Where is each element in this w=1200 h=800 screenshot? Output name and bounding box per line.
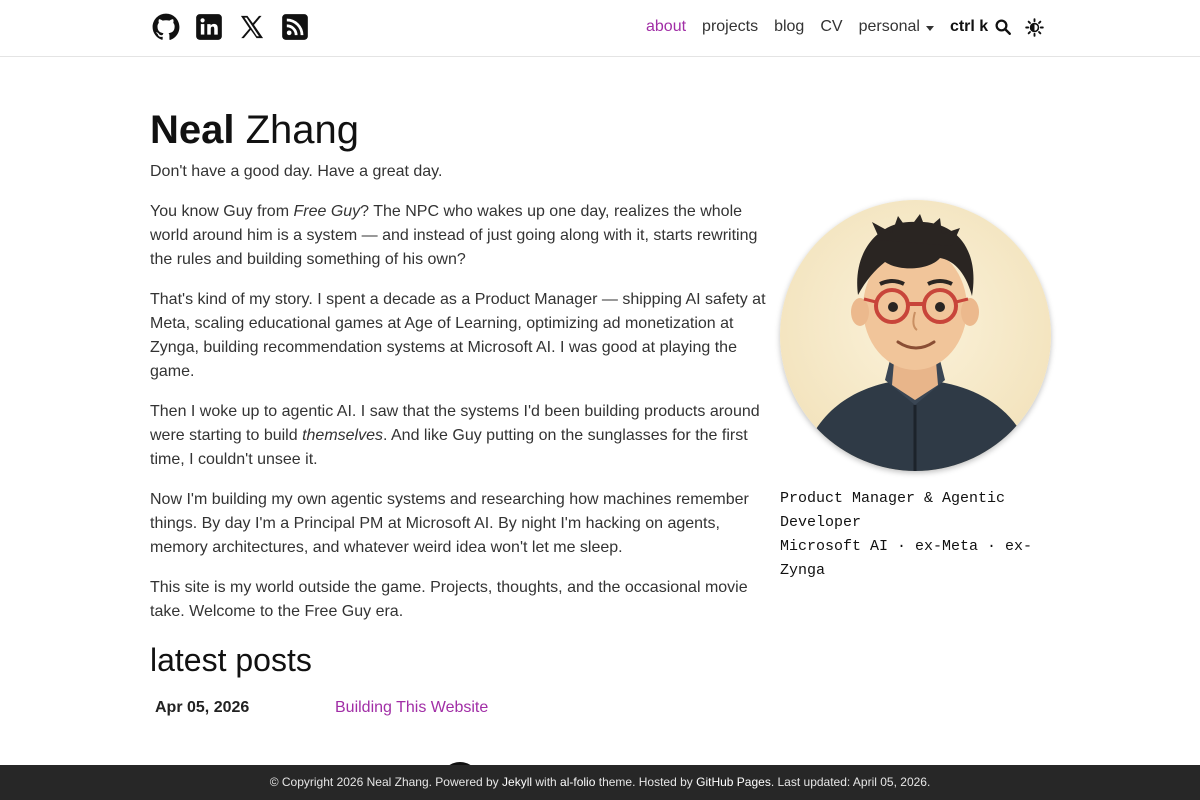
search-button[interactable]: ctrl k	[950, 17, 1012, 37]
title-last-name: Zhang	[245, 108, 360, 152]
nav-projects[interactable]: projects	[702, 17, 758, 37]
linkedin-icon[interactable]	[195, 13, 223, 41]
caret-down-icon	[925, 25, 934, 31]
post-date: Apr 05, 2026	[155, 699, 250, 716]
footer-text: theme. Hosted by	[595, 775, 697, 789]
intro-paragraph-2: That's kind of my story. I spent a decad…	[150, 291, 766, 380]
theme-toggle-icon[interactable]	[1025, 18, 1044, 37]
social-links	[152, 13, 309, 41]
nav-personal-label: personal	[858, 18, 920, 35]
footer-text: with	[532, 775, 561, 789]
post-link[interactable]: Building This Website	[335, 697, 488, 719]
profile-avatar	[780, 200, 1051, 471]
search-shortcut-label: ctrl k	[949, 18, 989, 35]
nav-blog[interactable]: blog	[774, 17, 804, 37]
main-nav: about projects blog CV personal ctrl k	[646, 17, 1012, 37]
nav-personal-dropdown[interactable]: personal	[859, 17, 934, 37]
footer-text: . Last updated: April 05, 2026.	[770, 775, 931, 789]
caption-role: Product Manager & Agentic Developer	[780, 490, 1006, 531]
latest-posts-heading: latest posts	[150, 642, 312, 678]
profile-caption: Product Manager & Agentic Developer Micr…	[780, 487, 1040, 583]
title-first-name: Neal	[150, 108, 235, 152]
footer: © Copyright 2026 Neal Zhang. Powered by …	[0, 765, 1200, 800]
search-icon	[995, 19, 1012, 35]
intro-paragraph-3: Then I woke up to agentic AI. I saw that…	[150, 403, 760, 468]
caption-employers: Microsoft AI · ex-Meta · ex-Zynga	[780, 538, 1033, 579]
intro-paragraph-4: Now I'm building my own agentic systems …	[150, 491, 749, 556]
nav-about[interactable]: about	[646, 17, 686, 37]
page-title: Neal Zhang	[150, 106, 359, 154]
x-icon[interactable]	[238, 13, 266, 41]
intro-paragraph-1: You know Guy from Free Guy? The NPC who …	[150, 203, 758, 268]
footer-alfolio-link[interactable]: al-folio	[560, 775, 595, 789]
footer-jekyll-link[interactable]: Jekyll	[502, 775, 532, 789]
navbar: about projects blog CV personal ctrl k	[0, 0, 1200, 57]
github-icon[interactable]	[152, 13, 180, 41]
nav-cv[interactable]: CV	[820, 17, 842, 37]
rss-icon[interactable]	[281, 13, 309, 41]
footer-github-pages-link[interactable]: GitHub Pages	[696, 775, 771, 789]
footer-text: © Copyright 2026 Neal Zhang. Powered by	[269, 775, 503, 789]
intro-paragraph-5: This site is my world outside the game. …	[150, 579, 748, 620]
tagline: Don't have a good day. Have a great day.	[150, 163, 443, 180]
